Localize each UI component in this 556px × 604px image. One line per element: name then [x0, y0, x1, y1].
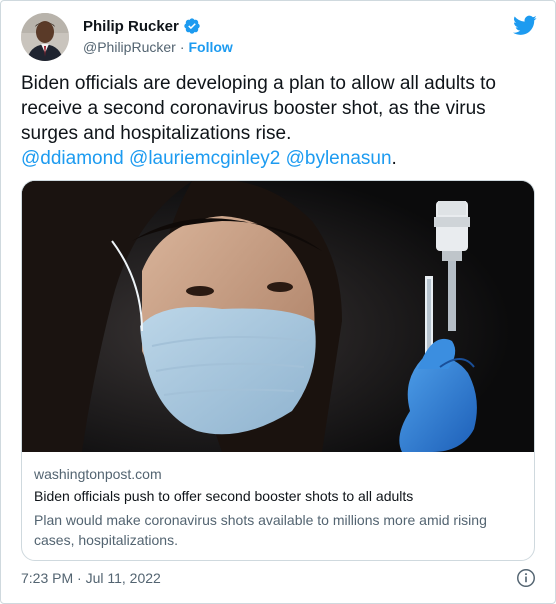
mention-link[interactable]: @bylenasun — [286, 148, 392, 169]
tweet-timestamp[interactable]: 7:23 PM · Jul 11, 2022 — [21, 570, 161, 586]
mention-trailing-period: . — [391, 148, 397, 169]
card-domain: washingtonpost.com — [34, 466, 162, 482]
tweet-footer: 7:23 PM · Jul 11, 2022 — [21, 567, 537, 593]
name-row: Philip Rucker — [83, 17, 233, 35]
handle-separator: · — [179, 39, 185, 55]
info-icon[interactable] — [515, 567, 537, 589]
author-display-name[interactable]: Philip Rucker — [83, 18, 179, 35]
card-image — [22, 181, 534, 452]
follow-button[interactable]: Follow — [188, 39, 232, 55]
card-description: Plan would make coronavirus shots availa… — [34, 512, 487, 548]
author-info: Philip Rucker @PhilipRucker · Follow — [83, 17, 233, 56]
avatar-photo — [21, 13, 69, 61]
card-title[interactable]: Biden officials push to offer second boo… — [34, 486, 524, 506]
tweet-body: Biden officials are developing a plan to… — [21, 73, 496, 144]
tweet-header: Philip Rucker @PhilipRucker · Follow — [19, 13, 539, 63]
twitter-bird-icon[interactable] — [513, 13, 537, 37]
verified-badge-icon — [183, 17, 201, 35]
mention-link[interactable]: @lauriemcginley2 — [129, 148, 280, 169]
mention-link[interactable]: @ddiamond — [21, 148, 124, 169]
handle-row: @PhilipRucker · Follow — [83, 39, 233, 55]
link-preview-card[interactable]: washingtonpost.com Biden officials push … — [21, 180, 535, 561]
card-meta: washingtonpost.com Biden officials push … — [22, 453, 534, 550]
tweet-text: Biden officials are developing a plan to… — [21, 71, 541, 171]
author-handle[interactable]: @PhilipRucker — [83, 39, 176, 55]
avatar[interactable] — [21, 13, 69, 61]
tweet-card: Philip Rucker @PhilipRucker · Follow Bid… — [0, 0, 556, 604]
